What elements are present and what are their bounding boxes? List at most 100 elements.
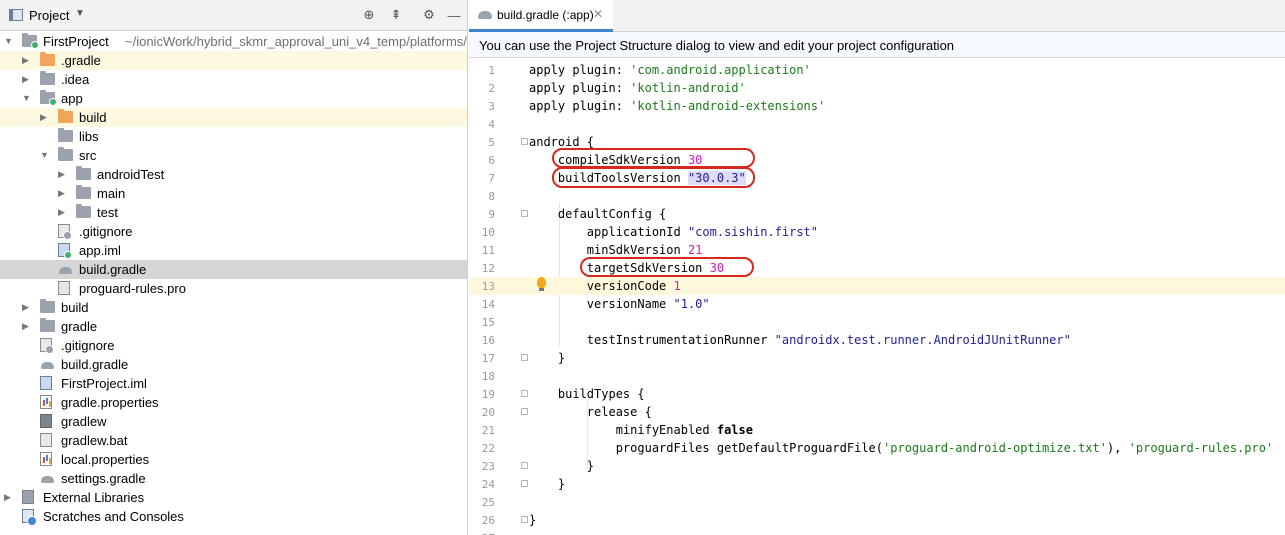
tree-item[interactable]: ▼ app	[0, 89, 467, 108]
code-line[interactable]: 2 apply plugin: 'kotlin-android'	[469, 79, 1285, 97]
collapsed-arrow-icon[interactable]: ▶	[58, 168, 68, 180]
code-token: buildTypes {	[529, 387, 645, 401]
code-line[interactable]: 13 versionCode 1	[469, 277, 1285, 295]
code-line[interactable]: 23 }	[469, 457, 1285, 475]
tree-item[interactable]: .gitignore	[0, 336, 467, 355]
tree-item[interactable]: ▶ build	[0, 108, 467, 127]
code-token: "androidx.test.runner.AndroidJUnitRunner…	[774, 333, 1071, 347]
fold-marker-icon[interactable]	[521, 462, 528, 469]
tree-item-label: build.gradle	[61, 357, 129, 372]
tree-item[interactable]: ▶ .gradle	[0, 51, 467, 70]
expanded-arrow-icon[interactable]: ▼	[40, 149, 50, 161]
tree-item[interactable]: app.iml	[0, 241, 467, 260]
close-icon[interactable]: ✕	[593, 7, 603, 21]
fold-marker-icon[interactable]	[521, 354, 528, 361]
annotation-oval-compile-sdk	[552, 148, 755, 168]
code-token: }	[529, 351, 566, 365]
code-line[interactable]: 20 release {	[469, 403, 1285, 421]
code-line[interactable]: 18	[469, 367, 1285, 385]
tree-item[interactable]: ▶ External Libraries	[0, 488, 467, 507]
locate-icon[interactable]: ⊕	[360, 6, 378, 24]
code-line[interactable]: 24 }	[469, 475, 1285, 493]
tree-item[interactable]: ▼ FirstProject ~/ionicWork/hybrid_skmr_app…	[0, 32, 467, 51]
collapsed-arrow-icon[interactable]: ▶	[22, 73, 32, 85]
tree-item[interactable]: libs	[0, 127, 467, 146]
code-line[interactable]: 8	[469, 187, 1285, 205]
minimize-icon[interactable]: —	[445, 6, 463, 24]
collapsed-arrow-icon[interactable]: ▶	[58, 206, 68, 218]
gitignore-file-icon	[58, 224, 72, 240]
tree-item-label: libs	[79, 129, 99, 144]
code-line[interactable]: 26}	[469, 511, 1285, 529]
code-line[interactable]: 9 defaultConfig {	[469, 205, 1285, 223]
fold-marker-icon[interactable]	[521, 408, 528, 415]
gear-icon[interactable]: ⚙	[420, 6, 438, 24]
collapsed-arrow-icon[interactable]: ▶	[22, 54, 32, 66]
tree-item[interactable]: ▶ build	[0, 298, 467, 317]
code-line[interactable]: 14 versionName "1.0"	[469, 295, 1285, 313]
tree-item[interactable]: ▶ androidTest	[0, 165, 467, 184]
code-line[interactable]: 19 buildTypes {	[469, 385, 1285, 403]
collapse-all-icon[interactable]: ⇞	[387, 6, 405, 24]
tab-build-gradle-app[interactable]: build.gradle (:app) ✕	[469, 0, 613, 32]
fold-marker-icon[interactable]	[521, 516, 528, 523]
tree-item[interactable]: ▶ gradle	[0, 317, 467, 336]
tree-item[interactable]: build.gradle	[0, 355, 467, 374]
code-token: }	[529, 459, 595, 473]
code-line[interactable]: 22 proguardFiles getDefaultProguardFile(…	[469, 439, 1285, 457]
tree-item[interactable]: local.properties	[0, 450, 467, 469]
project-view-selector[interactable]: Project	[29, 8, 69, 23]
tree-item[interactable]: Scratches and Consoles	[0, 507, 467, 526]
code-line[interactable]: 10 applicationId "com.sishin.first"	[469, 223, 1285, 241]
collapsed-arrow-icon[interactable]: ▶	[22, 301, 32, 313]
code-line[interactable]: 1 apply plugin: 'com.android.application'	[469, 61, 1285, 79]
line-number: 19	[481, 388, 495, 401]
tree-item-label: proguard-rules.pro	[79, 281, 186, 296]
tree-item-label: .gitignore	[79, 224, 133, 239]
tree-item[interactable]: gradlew	[0, 412, 467, 431]
code-editor[interactable]: 1 apply plugin: 'com.android.application'…	[469, 58, 1285, 535]
code-line[interactable]: 3 apply plugin: 'kotlin-android-extension…	[469, 97, 1285, 115]
expanded-arrow-icon[interactable]: ▼	[4, 35, 14, 47]
line-number: 21	[481, 424, 495, 437]
collapsed-arrow-icon[interactable]: ▶	[58, 187, 68, 199]
code-token: apply	[529, 99, 573, 113]
tree-item-label: local.properties	[61, 452, 150, 467]
fold-marker-icon[interactable]	[521, 390, 528, 397]
tree-item[interactable]: .gitignore	[0, 222, 467, 241]
tree-item[interactable]: gradlew.bat	[0, 431, 467, 450]
tree-item-label: app	[61, 91, 83, 106]
line-number: 23	[481, 460, 495, 473]
collapsed-arrow-icon[interactable]: ▶	[4, 491, 14, 503]
fold-marker-icon[interactable]	[521, 138, 528, 145]
tree-item-label: build	[61, 300, 89, 315]
collapsed-arrow-icon[interactable]: ▶	[22, 320, 32, 332]
line-number: 12	[481, 262, 495, 275]
code-token: apply	[529, 81, 573, 95]
chevron-down-icon[interactable]: ▼	[75, 8, 85, 19]
tree-item[interactable]: ▶ .idea	[0, 70, 467, 89]
line-number: 10	[481, 226, 495, 239]
tree-item[interactable]: ▶ main	[0, 184, 467, 203]
tree-item[interactable]: ▶ test	[0, 203, 467, 222]
tree-item[interactable]: gradle.properties	[0, 393, 467, 412]
tree-item[interactable]: proguard-rules.pro	[0, 279, 467, 298]
fold-marker-icon[interactable]	[521, 480, 528, 487]
code-line[interactable]: 4	[469, 115, 1285, 133]
tree-item[interactable]: FirstProject.iml	[0, 374, 467, 393]
tree-item[interactable]: ▼ src	[0, 146, 467, 165]
collapsed-arrow-icon[interactable]: ▶	[40, 111, 50, 123]
code-line[interactable]: 15	[469, 313, 1285, 331]
code-line[interactable]: 16 testInstrumentationRunner "androidx.t…	[469, 331, 1285, 349]
line-number: 13	[481, 280, 495, 293]
code-line[interactable]: 27	[469, 529, 1285, 535]
code-line[interactable]: 25	[469, 493, 1285, 511]
expanded-arrow-icon[interactable]: ▼	[22, 92, 32, 104]
code-line[interactable]: 17 }	[469, 349, 1285, 367]
tree-item[interactable]: settings.gradle	[0, 469, 467, 488]
library-icon	[22, 490, 34, 504]
fold-marker-icon[interactable]	[521, 210, 528, 217]
code-line[interactable]: 21 minifyEnabled false	[469, 421, 1285, 439]
code-token: 'kotlin-android-extensions'	[630, 99, 826, 113]
tree-item[interactable]: build.gradle	[0, 260, 467, 279]
